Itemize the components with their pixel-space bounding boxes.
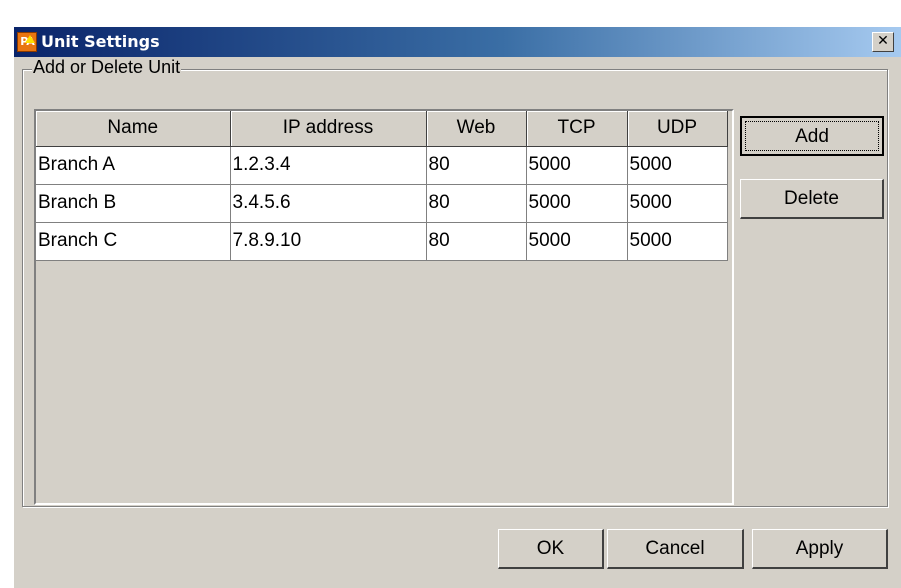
units-table: Name IP address Web TCP UDP Branch A 1.2… <box>36 111 728 261</box>
cell-name[interactable]: Branch A <box>36 146 231 185</box>
cell-tcp[interactable]: 5000 <box>526 184 628 223</box>
close-icon: ✕ <box>877 33 889 49</box>
group-legend: Add or Delete Unit <box>32 57 182 78</box>
units-table-frame: Name IP address Web TCP UDP Branch A 1.2… <box>34 109 734 505</box>
close-button[interactable]: ✕ <box>872 32 894 52</box>
cell-ip-address[interactable]: 7.8.9.10 <box>230 222 427 261</box>
column-header-udp[interactable]: UDP <box>627 111 728 147</box>
cancel-button-label: Cancel <box>645 538 705 559</box>
cell-udp[interactable]: 5000 <box>627 184 728 223</box>
delete-button[interactable]: Delete <box>740 179 884 219</box>
table-row[interactable]: Branch B 3.4.5.6 80 5000 5000 <box>36 184 728 223</box>
cell-ip-address[interactable]: 3.4.5.6 <box>230 184 427 223</box>
column-header-ip-address[interactable]: IP address <box>230 111 427 147</box>
window-title: Unit Settings <box>41 32 160 51</box>
cell-web[interactable]: 80 <box>426 222 527 261</box>
add-button[interactable]: Add <box>740 116 884 156</box>
delete-button-label: Delete <box>784 188 839 209</box>
title-bar[interactable]: PA Unit Settings ✕ <box>14 27 901 57</box>
cancel-button[interactable]: Cancel <box>607 529 744 569</box>
ok-button-label: OK <box>536 538 565 559</box>
cell-ip-address[interactable]: 1.2.3.4 <box>230 146 427 185</box>
cell-web[interactable]: 80 <box>426 184 527 223</box>
add-button-label: Add <box>795 126 829 147</box>
unit-settings-dialog: PA Unit Settings ✕ Add or Delete Unit Na… <box>13 26 901 588</box>
cell-name[interactable]: Branch C <box>36 222 231 261</box>
column-header-web[interactable]: Web <box>426 111 527 147</box>
app-logo-icon: PA <box>17 32 37 52</box>
cell-name[interactable]: Branch B <box>36 184 231 223</box>
apply-button-label: Apply <box>795 538 844 559</box>
column-header-name[interactable]: Name <box>36 111 231 147</box>
cell-udp[interactable]: 5000 <box>627 146 728 185</box>
table-row[interactable]: Branch A 1.2.3.4 80 5000 5000 <box>36 146 728 185</box>
cell-tcp[interactable]: 5000 <box>526 222 628 261</box>
cell-web[interactable]: 80 <box>426 146 527 185</box>
table-row[interactable]: Branch C 7.8.9.10 80 5000 5000 <box>36 222 728 261</box>
cell-udp[interactable]: 5000 <box>627 222 728 261</box>
apply-button[interactable]: Apply <box>752 529 888 569</box>
cell-tcp[interactable]: 5000 <box>526 146 628 185</box>
table-header-row: Name IP address Web TCP UDP <box>36 111 728 147</box>
column-header-tcp[interactable]: TCP <box>526 111 628 147</box>
ok-button[interactable]: OK <box>498 529 604 569</box>
